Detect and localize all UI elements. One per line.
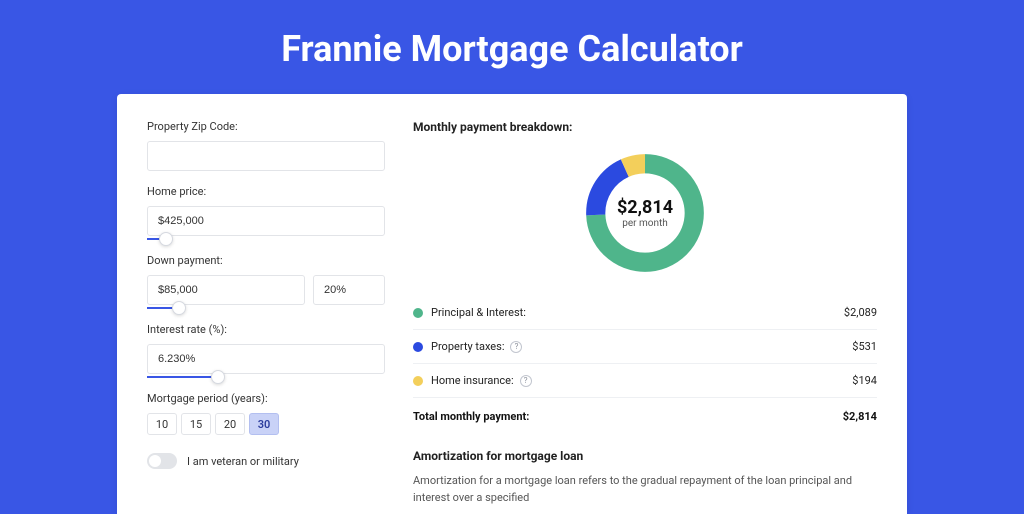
donut-amount: $2,814 (617, 197, 673, 218)
total-label: Total monthly payment: (413, 410, 529, 423)
veteran-toggle[interactable] (147, 453, 177, 469)
legend-row: Property taxes:? $531 (413, 330, 877, 364)
home-price-slider[interactable] (147, 238, 385, 240)
down-payment-slider[interactable] (147, 307, 305, 309)
period-label: Mortgage period (years): (147, 392, 385, 405)
home-price-input[interactable] (147, 206, 385, 236)
legend-row: Principal & Interest: $2,089 (413, 296, 877, 330)
legend-dot (413, 342, 423, 352)
slider-thumb[interactable] (211, 370, 225, 384)
legend-row: Home insurance:? $194 (413, 364, 877, 398)
interest-slider[interactable] (147, 376, 385, 378)
down-payment-label: Down payment: (147, 254, 385, 267)
period-group: 10152030 (147, 413, 385, 435)
breakdown-column: Monthly payment breakdown: $2,814 per mo… (413, 120, 877, 514)
legend-value: $2,089 (844, 306, 877, 319)
donut-chart: $2,814 per month (580, 148, 710, 278)
form-column: Property Zip Code: Home price: Down paym… (147, 120, 385, 514)
legend-label: Property taxes: (431, 340, 504, 353)
donut-sublabel: per month (622, 218, 668, 229)
period-option-30[interactable]: 30 (249, 413, 279, 435)
legend-label: Principal & Interest: (431, 306, 526, 319)
donut-chart-wrap: $2,814 per month (413, 148, 877, 278)
total-value: $2,814 (843, 410, 877, 423)
total-row: Total monthly payment: $2,814 (413, 398, 877, 439)
breakdown-heading: Monthly payment breakdown: (413, 120, 877, 134)
legend-dot (413, 308, 423, 318)
zip-label: Property Zip Code: (147, 120, 385, 133)
legend-dot (413, 376, 423, 386)
zip-input[interactable] (147, 141, 385, 171)
legend-label: Home insurance: (431, 374, 514, 387)
interest-label: Interest rate (%): (147, 323, 385, 336)
period-option-10[interactable]: 10 (147, 413, 177, 435)
interest-input[interactable] (147, 344, 385, 374)
slider-thumb[interactable] (159, 232, 173, 246)
amortization-text: Amortization for a mortgage loan refers … (413, 473, 877, 506)
page-title: Frannie Mortgage Calculator (0, 0, 1024, 94)
info-icon[interactable]: ? (510, 341, 522, 353)
down-payment-pct-input[interactable] (313, 275, 385, 305)
legend-value: $531 (852, 340, 877, 353)
amortization-heading: Amortization for mortgage loan (413, 449, 877, 463)
period-option-20[interactable]: 20 (215, 413, 245, 435)
toggle-thumb (149, 455, 161, 467)
slider-thumb[interactable] (172, 301, 186, 315)
veteran-row: I am veteran or military (147, 453, 385, 469)
period-option-15[interactable]: 15 (181, 413, 211, 435)
legend-value: $194 (852, 374, 877, 387)
veteran-label: I am veteran or military (187, 455, 299, 468)
home-price-label: Home price: (147, 185, 385, 198)
info-icon[interactable]: ? (520, 375, 532, 387)
down-payment-input[interactable] (147, 275, 305, 305)
calculator-card: Property Zip Code: Home price: Down paym… (117, 94, 907, 514)
